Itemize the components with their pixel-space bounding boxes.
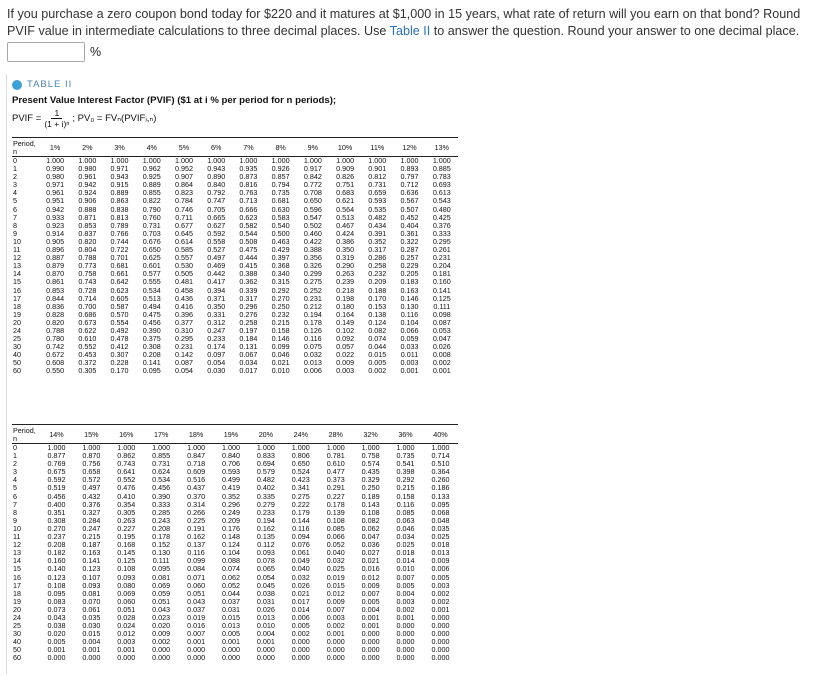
column-header-rate: 16%: [108, 427, 144, 444]
column-header-rate: 14%: [39, 427, 74, 444]
formula-denominator: (1 + i)ⁿ: [44, 119, 70, 129]
pvif-cell: 0.000: [117, 653, 136, 663]
pvif-cell: 0.000: [291, 653, 310, 663]
column-header-rate: 7%: [232, 140, 265, 157]
column-header-rate: 4%: [135, 140, 168, 157]
column-header-period: Period, n: [12, 140, 39, 157]
column-header-rate: 13%: [425, 140, 458, 157]
column-header-rate: 11%: [361, 140, 394, 157]
pvif-cell: 0.017: [239, 366, 258, 376]
column-header-period: Period, n: [12, 427, 39, 444]
column-header-rate: 3%: [103, 140, 136, 157]
pvif-cell: 0.001: [432, 366, 451, 376]
column-header-rate: 15%: [73, 427, 109, 444]
pvif-cell: 0.095: [142, 366, 161, 376]
pvif-cell: 0.000: [256, 653, 275, 663]
pvif-cell: 0.000: [47, 653, 66, 663]
pvif-cell: 0.550: [46, 366, 65, 376]
question-text: If you purchase a zero coupon bond today…: [7, 6, 817, 40]
answer-row: %: [7, 41, 101, 63]
column-header-rate: 6%: [200, 140, 233, 157]
pvif-cell: 0.030: [207, 366, 226, 376]
column-header-rate: 36%: [388, 427, 423, 444]
column-header-rate: 8%: [264, 140, 297, 157]
table-ii-panel: TABLE II Present Value Interest Factor (…: [6, 74, 462, 674]
column-header-rate: 10%: [328, 140, 362, 157]
column-header-rate: 28%: [318, 427, 354, 444]
column-header-rate: 17%: [143, 427, 179, 444]
period-cell: 60: [13, 366, 21, 376]
column-header-rate: 20%: [248, 427, 284, 444]
column-header-rate: 32%: [353, 427, 389, 444]
formula-fraction: 1 (1 + i)ⁿ: [44, 108, 69, 129]
column-header-rate: 9%: [296, 140, 329, 157]
pvif-table-1-13: Period, n 1% 2% 3% 4% 5% 6% 7% 8% 9% 10% 11% 12% 13% …: [12, 140, 458, 376]
pvif-cell: 0.001: [400, 366, 419, 376]
formula-rhs: ; PV₀ = FVₙ(PVIFᵢ,ₙ): [72, 113, 157, 124]
column-header-rate: 2%: [71, 140, 104, 157]
table-divider: [12, 137, 458, 138]
column-header-rate: 5%: [167, 140, 201, 157]
table-title: Present Value Interest Factor (PVIF) ($1…: [12, 95, 337, 106]
pvif-cell: 0.006: [303, 366, 322, 376]
table-label: TABLE II: [27, 79, 73, 90]
pvif-cell: 0.003: [336, 366, 355, 376]
pvif-cell: 0.002: [368, 366, 387, 376]
period-cell: 60: [13, 653, 21, 663]
column-header-rate: 12%: [393, 140, 426, 157]
pvif-cell: 0.010: [271, 366, 290, 376]
table-head-row: Period, n 14% 15% 16% 17% 18% 19% 20% 24% 28% 32% 3…: [12, 427, 458, 444]
table-header: TABLE II: [12, 79, 72, 90]
pvif-cell: 0.000: [361, 653, 380, 663]
question-text-after: to answer the question. Round your answe…: [430, 24, 800, 38]
pvif-table-14-40: Period, n 14% 15% 16% 17% 18% 19% 20% 24% 28% 32% 3…: [12, 427, 458, 663]
answer-input[interactable]: [7, 42, 85, 62]
pvif-cell: 0.000: [221, 653, 240, 663]
table-row: 60 0.550 0.305 0.170 0.095 0.054 0.030 0.017 0.0…: [12, 367, 458, 375]
block-separator: [12, 424, 458, 425]
table-row: 60 0.000 0.000 0.000 0.000 0.000 0.000 0.000 0.0…: [12, 654, 458, 662]
pvif-cell: 0.000: [326, 653, 345, 663]
pvif-cell: 0.170: [110, 366, 129, 376]
formula-numerator: 1: [51, 108, 63, 119]
pvif-cell: 0.000: [431, 653, 450, 663]
pvif-cell: 0.054: [174, 366, 193, 376]
table-bullet-icon: [12, 79, 22, 90]
pvif-formula: PVIF = 1 (1 + i)ⁿ ; PV₀ = FVₙ(PVIFᵢ,ₙ): [12, 108, 156, 129]
column-header-rate: 24%: [283, 427, 319, 444]
pvif-cell: 0.000: [187, 653, 206, 663]
pvif-cell: 0.000: [152, 653, 171, 663]
column-header-rate: 19%: [213, 427, 249, 444]
column-header-rate: 18%: [178, 427, 214, 444]
column-header-rate: 40%: [422, 427, 458, 444]
column-header-rate: 1%: [39, 140, 72, 157]
table-head-row: Period, n 1% 2% 3% 4% 5% 6% 7% 8% 9% 10% 11% 12% 13%: [12, 140, 458, 157]
table-ii-link[interactable]: Table II: [390, 24, 431, 38]
pvif-cell: 0.000: [396, 653, 415, 663]
percent-unit: %: [90, 45, 102, 59]
pvif-cell: 0.305: [78, 366, 97, 376]
pvif-cell: 0.000: [82, 653, 101, 663]
formula-lhs: PVIF =: [12, 113, 42, 124]
